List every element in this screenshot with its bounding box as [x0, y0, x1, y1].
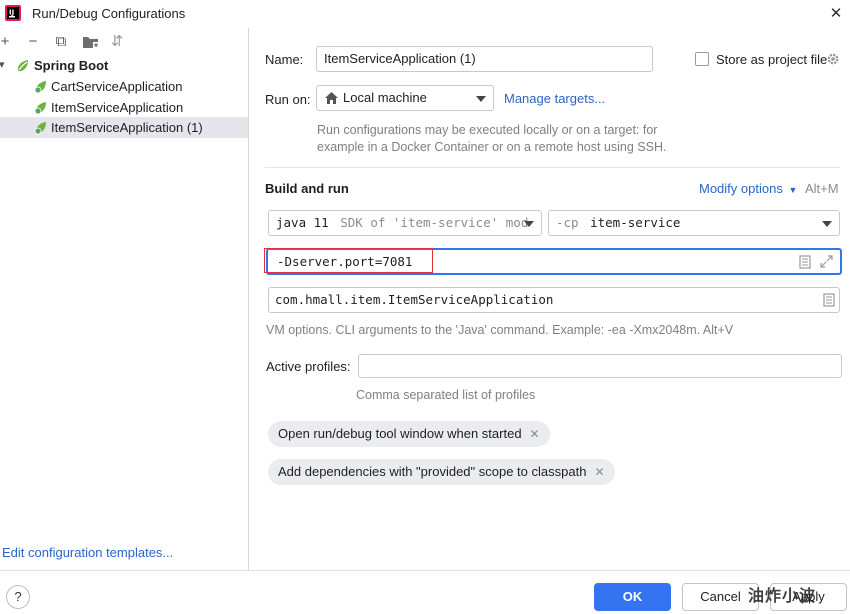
intellij-app-icon: IJ: [5, 5, 21, 21]
folder-icon[interactable]: [82, 34, 100, 50]
run-on-dropdown[interactable]: Local machine: [316, 85, 494, 111]
remove-icon[interactable]: −: [24, 33, 42, 51]
expand-icon[interactable]: ▾: [0, 55, 5, 76]
name-field[interactable]: ItemServiceApplication (1): [316, 46, 653, 72]
tree-group-label: Spring Boot: [34, 58, 109, 73]
name-field-value: ItemServiceApplication (1): [324, 51, 476, 66]
spring-boot-icon: [17, 60, 28, 72]
active-profiles-field[interactable]: [358, 354, 842, 378]
close-icon[interactable]: ✕: [530, 427, 540, 441]
close-icon[interactable]: ✕: [826, 4, 846, 24]
tree-item-label: ItemServiceApplication (1): [51, 120, 203, 135]
ok-button[interactable]: OK: [594, 583, 671, 611]
chevron-down-icon: [476, 96, 486, 102]
edit-configuration-templates-link[interactable]: Edit configuration templates...: [2, 545, 173, 560]
cp-value: item-service: [590, 215, 681, 230]
run-on-value: Local machine: [343, 90, 427, 105]
jdk-hint: SDK of 'item-service' mod: [340, 215, 529, 230]
chevron-down-icon: [822, 221, 832, 227]
copy-icon[interactable]: ⧉: [52, 33, 70, 51]
spring-app-icon: [34, 122, 46, 135]
chip-label: Add dependencies with "provided" scope t…: [278, 464, 587, 479]
run-on-hint-line-1: Run configurations may be executed local…: [317, 123, 658, 137]
sort-icon[interactable]: ⇵: [108, 33, 126, 51]
store-as-project-file-checkbox[interactable]: [695, 52, 709, 66]
chevron-down-icon: ▼: [788, 185, 798, 195]
classpath-module-dropdown[interactable]: -cp item-service: [548, 210, 840, 236]
manage-targets-link[interactable]: Manage targets...: [504, 91, 605, 106]
active-profiles-hint: Comma separated list of profiles: [356, 388, 536, 402]
cp-prefix: -cp: [556, 215, 579, 230]
run-on-hint-line-2: example in a Docker Container or on a re…: [317, 140, 667, 154]
tree-item-label: CartServiceApplication: [51, 79, 183, 94]
modify-options-link[interactable]: Modify options ▼: [699, 181, 797, 196]
tree-item-item-service[interactable]: ItemServiceApplication: [0, 97, 248, 118]
main-class-field[interactable]: com.hmall.item.ItemServiceApplication: [268, 287, 840, 313]
name-label: Name:: [265, 52, 304, 67]
gear-icon[interactable]: [826, 52, 840, 66]
home-icon: [325, 92, 338, 104]
spring-app-icon: [34, 81, 46, 94]
document-icon[interactable]: [799, 255, 811, 269]
tree-item-label: ItemServiceApplication: [51, 100, 184, 115]
jdk-dropdown[interactable]: java 11 SDK of 'item-service' mod: [268, 210, 542, 236]
vm-options-hint: VM options. CLI arguments to the 'Java' …: [266, 323, 734, 337]
window-title: Run/Debug Configurations: [32, 6, 186, 21]
watermark: 油炸小波: [748, 588, 817, 605]
modify-options-shortcut: Alt+M: [805, 181, 839, 196]
chip-label: Open run/debug tool window when started: [278, 426, 522, 441]
add-icon[interactable]: +: [0, 33, 14, 51]
tree-group-spring-boot[interactable]: ▾ Spring Boot: [0, 55, 248, 76]
close-icon[interactable]: ✕: [594, 465, 604, 479]
help-button[interactable]: ?: [6, 585, 30, 609]
run-on-label: Run on:: [265, 92, 311, 107]
jdk-value: java 11: [276, 215, 329, 230]
title-bar: IJ Run/Debug Configurations ✕: [0, 0, 850, 28]
spring-app-icon: [34, 102, 46, 115]
store-as-project-file-label: Store as project file: [716, 52, 828, 67]
build-and-run-title: Build and run: [265, 181, 349, 196]
annotation-highlight-box: [264, 248, 433, 273]
option-chip-open-tool-window[interactable]: Open run/debug tool window when started ✕: [268, 421, 550, 447]
document-icon[interactable]: [823, 293, 835, 307]
active-profiles-label: Active profiles:: [266, 359, 351, 374]
main-class-value: com.hmall.item.ItemServiceApplication: [275, 292, 554, 307]
tree-item-cart-service[interactable]: CartServiceApplication: [0, 76, 248, 97]
expand-icon[interactable]: [820, 255, 833, 268]
tree-item-item-service-1-selected[interactable]: ItemServiceApplication (1): [0, 117, 248, 138]
chevron-down-icon: [524, 221, 534, 227]
svg-text:IJ: IJ: [9, 9, 14, 17]
configurations-tree-panel: + − ⧉ ⇵ ▾ Spring Boot CartServiceApplica…: [0, 28, 249, 570]
section-divider: [265, 167, 840, 168]
modify-options-label: Modify options: [699, 181, 783, 196]
option-chip-provided-scope[interactable]: Add dependencies with "provided" scope t…: [268, 459, 615, 485]
